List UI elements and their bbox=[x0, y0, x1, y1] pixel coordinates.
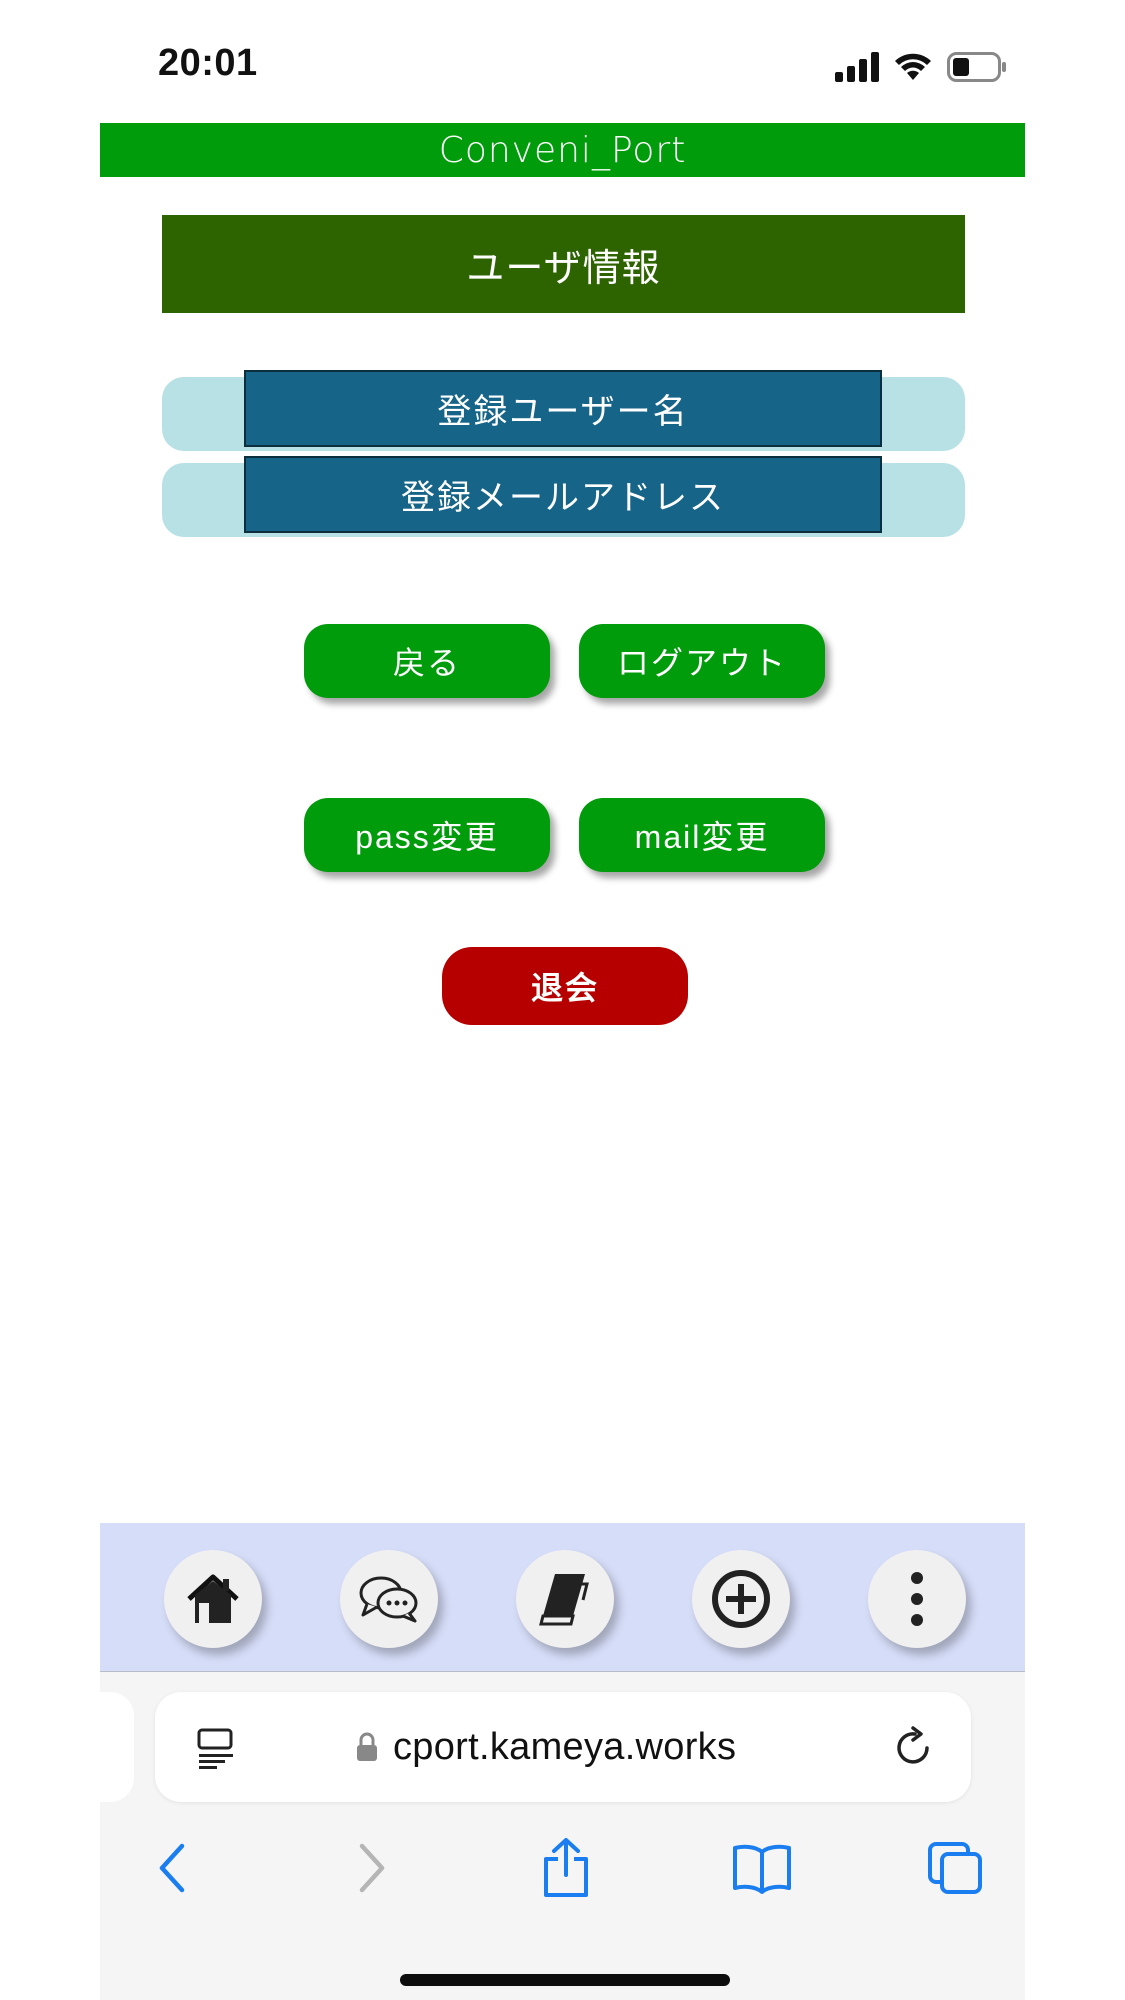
logout-button[interactable]: ログアウト bbox=[579, 624, 825, 698]
home-indicator[interactable] bbox=[400, 1974, 730, 1986]
chat-icon bbox=[359, 1576, 418, 1623]
battery-icon bbox=[947, 52, 1006, 82]
url-text: cport.kameya.works bbox=[393, 1725, 737, 1768]
forward-icon bbox=[359, 1843, 385, 1893]
book-button[interactable] bbox=[516, 1550, 614, 1648]
browser-forward-button[interactable] bbox=[336, 1832, 408, 1904]
section-title-text: ユーザ情報 bbox=[466, 245, 661, 290]
plus-circle-icon bbox=[712, 1570, 770, 1628]
home-icon bbox=[187, 1574, 239, 1623]
change-pass-button[interactable]: pass変更 bbox=[304, 798, 550, 872]
tabs-button[interactable] bbox=[920, 1832, 992, 1904]
signal-icon bbox=[835, 52, 879, 82]
share-icon bbox=[544, 1838, 588, 1897]
status-bar: 20:01 bbox=[0, 0, 1125, 125]
browser-back-button[interactable] bbox=[136, 1832, 208, 1904]
back-icon bbox=[159, 1843, 185, 1893]
username-label: 登録ユーザー名 bbox=[437, 392, 689, 432]
tabs-icon bbox=[928, 1842, 982, 1894]
lock-icon bbox=[357, 1732, 377, 1761]
app-title: Conveni_Port bbox=[438, 129, 687, 171]
email-label: 登録メールアドレス bbox=[401, 478, 725, 518]
bookmarks-button[interactable] bbox=[726, 1832, 798, 1904]
username-label-box: 登録ユーザー名 bbox=[244, 370, 882, 447]
withdraw-button[interactable]: 退会 bbox=[442, 947, 688, 1025]
add-button[interactable] bbox=[692, 1550, 790, 1648]
home-button[interactable] bbox=[164, 1550, 262, 1648]
section-title: ユーザ情報 bbox=[162, 215, 965, 313]
url-display[interactable]: cport.kameya.works bbox=[355, 1692, 736, 1802]
chat-button[interactable] bbox=[340, 1550, 438, 1648]
bookmarks-icon bbox=[733, 1844, 791, 1894]
change-mail-button[interactable]: mail変更 bbox=[579, 798, 825, 872]
reload-icon[interactable] bbox=[893, 1726, 935, 1768]
app-header: Conveni_Port bbox=[100, 123, 1025, 177]
wifi-icon bbox=[895, 53, 931, 80]
previous-tab-peek[interactable] bbox=[100, 1692, 134, 1802]
book-icon bbox=[539, 1574, 589, 1626]
app-bottom-nav bbox=[100, 1523, 1025, 1672]
back-button[interactable]: 戻る bbox=[304, 624, 550, 698]
email-label-box: 登録メールアドレス bbox=[244, 456, 882, 533]
status-icons bbox=[835, 50, 1007, 84]
url-bar[interactable]: cport.kameya.works bbox=[155, 1692, 971, 1802]
status-time: 20:01 bbox=[158, 42, 258, 84]
username-row: 登録ユーザー名 bbox=[162, 370, 965, 451]
more-button[interactable] bbox=[868, 1550, 966, 1648]
web-page: Conveni_Port ユーザ情報 登録ユーザー名 登録メールアドレス 戻る … bbox=[100, 123, 1025, 1523]
more-vertical-icon bbox=[911, 1572, 923, 1626]
share-button[interactable] bbox=[530, 1832, 602, 1904]
browser-chrome: cport.kameya.works bbox=[100, 1672, 1025, 2000]
reader-mode-icon[interactable] bbox=[197, 1728, 237, 1770]
email-row: 登録メールアドレス bbox=[162, 456, 965, 537]
